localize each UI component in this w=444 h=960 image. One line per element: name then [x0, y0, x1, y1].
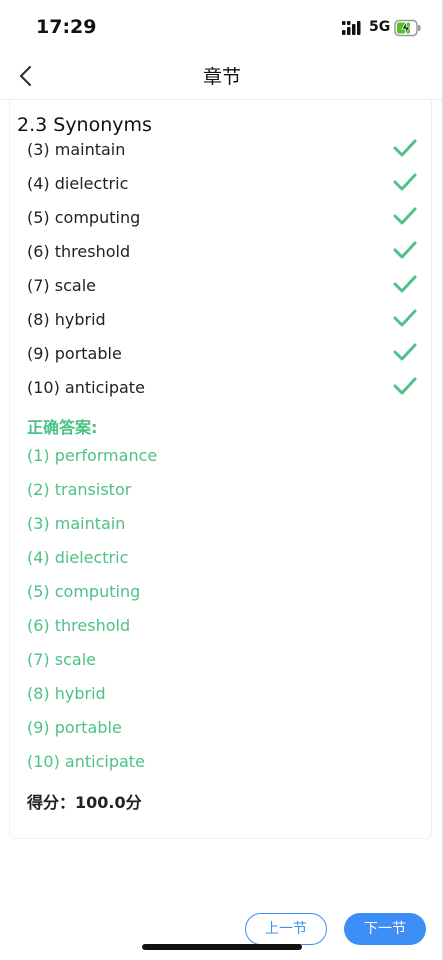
check-icon [393, 309, 417, 327]
check-icon [393, 241, 417, 259]
user-answer-text: (10) anticipate [27, 378, 145, 397]
answer-card[interactable]: (3) maintain (4) dielectric (5) computin… [9, 100, 432, 839]
check-icon [393, 377, 417, 395]
status-bar: 17:29 5G [0, 0, 444, 56]
navigation-bar: 章节 [0, 56, 444, 100]
user-answer-row: (7) scale [27, 272, 417, 302]
bottom-bar: 上一节 下一节 [0, 900, 444, 960]
correct-answer-item: (9) portable [27, 718, 122, 737]
section-title: 2.3 Synonyms [17, 114, 152, 136]
next-section-button[interactable]: 下一节 [344, 913, 426, 945]
correct-answer-item: (4) dielectric [27, 548, 129, 567]
check-icon [393, 343, 417, 361]
user-answer-row: (3) maintain [27, 136, 417, 166]
user-answer-text: (3) maintain [27, 140, 126, 159]
user-answer-text: (8) hybrid [27, 310, 106, 329]
check-icon [393, 275, 417, 293]
page-title: 章节 [202, 66, 241, 88]
correct-answer-item: (10) anticipate [27, 752, 145, 771]
user-answer-text: (4) dielectric [27, 174, 129, 193]
user-answer-text: (7) scale [27, 276, 96, 295]
home-indicator [142, 944, 302, 950]
correct-answer-item: (2) transistor [27, 480, 132, 499]
signal-icon [342, 21, 361, 35]
check-icon [393, 139, 417, 157]
user-answer-row: (5) computing [27, 204, 417, 234]
correct-answer-item: (5) computing [27, 582, 141, 601]
previous-section-button[interactable]: 上一节 [245, 913, 327, 945]
user-answer-row: (4) dielectric [27, 170, 417, 200]
network-label: 5G [369, 19, 391, 35]
check-icon [393, 207, 417, 225]
user-answer-row: (8) hybrid [27, 306, 417, 336]
user-answer-row: (10) anticipate [27, 374, 417, 404]
correct-answer-item: (1) performance [27, 446, 158, 465]
check-icon [393, 173, 417, 191]
answers-scroll-area[interactable]: (3) maintain (4) dielectric (5) computin… [10, 100, 431, 838]
user-answer-row: (6) threshold [27, 238, 417, 268]
score-text: 得分：100.0分 [27, 793, 142, 812]
user-answer-text: (6) threshold [27, 242, 131, 261]
correct-answer-item: (8) hybrid [27, 684, 106, 703]
user-answer-text: (9) portable [27, 344, 122, 363]
user-answer-row: (9) portable [27, 340, 417, 370]
correct-answer-item: (6) threshold [27, 616, 131, 635]
status-time: 17:29 [36, 16, 97, 38]
correct-answer-item: (3) maintain [27, 514, 126, 533]
correct-answers-title: 正确答案: [27, 418, 98, 437]
battery-charging-icon [394, 19, 421, 37]
correct-answer-item: (7) scale [27, 650, 96, 669]
user-answer-text: (5) computing [27, 208, 141, 227]
